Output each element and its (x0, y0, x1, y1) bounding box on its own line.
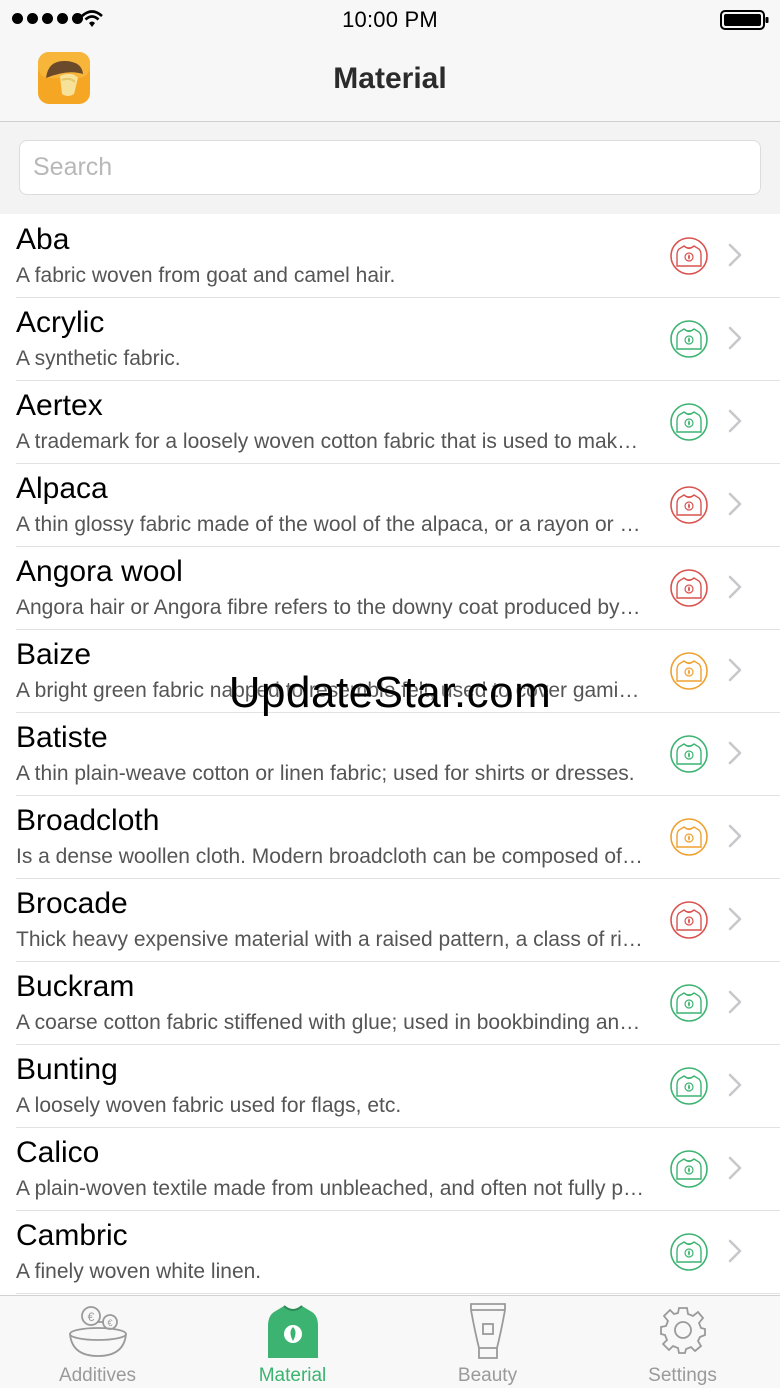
item-description: A synthetic fabric. (16, 347, 181, 370)
sweater-status-icon (670, 320, 708, 358)
tab-label: Material (258, 1365, 327, 1386)
item-title: Angora wool (16, 555, 183, 588)
search-bar (0, 122, 780, 214)
navigation-bar: Material (0, 40, 780, 122)
sweater-icon (268, 1305, 318, 1358)
gear-icon (660, 1307, 706, 1354)
item-title: Cambric (16, 1219, 128, 1252)
chevron-right-icon (728, 658, 742, 682)
search-input[interactable] (19, 140, 761, 195)
item-title: Bunting (16, 1053, 118, 1086)
list-item[interactable]: Broadcloth Is a dense woollen cloth. Mode… (16, 796, 780, 879)
tube-icon (470, 1303, 506, 1359)
chevron-right-icon (728, 243, 742, 267)
tab-material[interactable]: Material (195, 1296, 390, 1388)
item-title: Buckram (16, 970, 135, 1003)
chevron-right-icon (728, 409, 742, 433)
chevron-right-icon (728, 1156, 742, 1180)
tab-bar: € € Additives Material Beauty Settings (0, 1295, 780, 1388)
list-item[interactable]: Angora wool Angora hair or Angora fibre r… (16, 547, 780, 630)
item-description: A thin glossy fabric made of the wool of… (16, 513, 646, 536)
item-title: Acrylic (16, 306, 105, 339)
sweater-status-icon (670, 403, 708, 441)
list-item[interactable]: Aba A fabric woven from goat and camel ha… (16, 215, 780, 298)
sweater-status-icon (670, 569, 708, 607)
sweater-status-icon (670, 735, 708, 773)
material-list: Aba A fabric woven from goat and camel ha… (0, 215, 780, 1294)
tab-label: Beauty (457, 1365, 518, 1386)
list-item[interactable]: Calico A plain-woven textile made from un… (16, 1128, 780, 1211)
chevron-right-icon (728, 1073, 742, 1097)
chevron-right-icon (728, 575, 742, 599)
item-description: A fabric woven from goat and camel hair. (16, 264, 396, 287)
item-title: Aba (16, 223, 70, 256)
svg-text:€: € (107, 1318, 112, 1328)
chevron-right-icon (728, 492, 742, 516)
tab-beauty[interactable]: Beauty (390, 1296, 585, 1388)
chevron-right-icon (728, 990, 742, 1014)
status-time: 10:00 PM (342, 7, 438, 32)
sweater-status-icon (670, 486, 708, 524)
item-description: A finely woven white linen. (16, 1260, 262, 1283)
sweater-status-icon (670, 237, 708, 275)
chevron-right-icon (728, 824, 742, 848)
bowl-icon: € € (69, 1306, 127, 1357)
item-title: Broadcloth (16, 804, 160, 837)
list-item[interactable]: Cambric A finely woven white linen. (16, 1211, 780, 1294)
chevron-right-icon (728, 1239, 742, 1263)
sweater-status-icon (670, 1150, 708, 1188)
tab-settings[interactable]: Settings (585, 1296, 780, 1388)
chevron-right-icon (728, 741, 742, 765)
list-item[interactable]: Buckram A coarse cotton fabric stiffened … (16, 962, 780, 1045)
tab-label: Settings (648, 1365, 717, 1386)
list-item[interactable]: Bunting A loosely woven fabric used for f… (16, 1045, 780, 1128)
item-description: Thick heavy expensive material with a ra… (16, 928, 646, 951)
item-description: A thin plain-weave cotton or linen fabri… (16, 762, 635, 785)
svg-text:€: € (88, 1310, 95, 1324)
list-item[interactable]: Alpaca A thin glossy fabric made of the w… (16, 464, 780, 547)
sweater-status-icon (670, 652, 708, 690)
list-item[interactable]: Baize A bright green fabric napped to res… (16, 630, 780, 713)
item-title: Brocade (16, 887, 128, 920)
chevron-right-icon (728, 326, 742, 350)
item-description: A plain-woven textile made from unbleach… (16, 1177, 646, 1200)
sweater-status-icon (670, 1067, 708, 1105)
item-description: Angora hair or Angora fibre refers to th… (16, 596, 646, 619)
list-item[interactable]: Brocade Thick heavy expensive material wi… (16, 879, 780, 962)
item-description: A trademark for a loosely woven cotton f… (16, 430, 646, 453)
item-title: Calico (16, 1136, 100, 1169)
item-description: Is a dense woollen cloth. Modern broadcl… (16, 845, 646, 868)
list-item[interactable]: Acrylic A synthetic fabric. (16, 298, 780, 381)
item-title: Alpaca (16, 472, 108, 505)
tab-label: Additives (58, 1365, 137, 1386)
list-item[interactable]: Batiste A thin plain-weave cotton or line… (16, 713, 780, 796)
page-title: Material (333, 62, 447, 95)
item-title: Batiste (16, 721, 108, 754)
item-title: Baize (16, 638, 92, 671)
sweater-status-icon (670, 818, 708, 856)
list-item[interactable]: Aertex A trademark for a loosely woven co… (16, 381, 780, 464)
battery-icon (720, 10, 769, 30)
sweater-status-icon (670, 901, 708, 939)
item-description: A loosely woven fabric used for flags, e… (16, 1094, 402, 1117)
tab-additives[interactable]: € € Additives (0, 1296, 195, 1388)
status-bar: 10:00 PM (0, 0, 780, 40)
item-description: A bright green fabric napped to resemble… (16, 679, 646, 702)
item-title: Aertex (16, 389, 103, 422)
chevron-right-icon (728, 907, 742, 931)
item-description: A coarse cotton fabric stiffened with gl… (16, 1011, 646, 1034)
sweater-status-icon (670, 1233, 708, 1271)
sweater-status-icon (670, 984, 708, 1022)
